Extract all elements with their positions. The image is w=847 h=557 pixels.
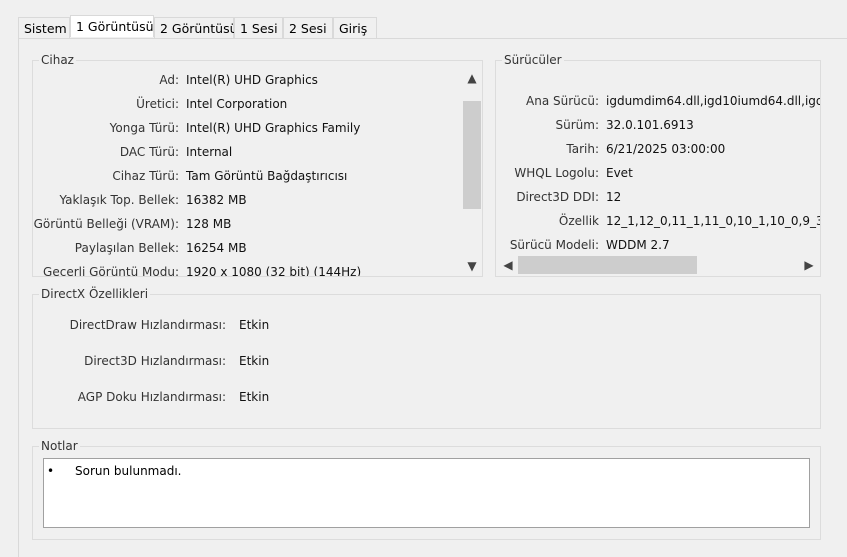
- device-row: DAC Türü: Internal: [33, 144, 463, 160]
- device-value: 128 MB: [186, 217, 232, 231]
- driver-row: Tarih: 6/21/2025 03:00:00: [496, 141, 820, 157]
- directx-value: Etkin: [239, 390, 270, 404]
- notes-group-title: Notlar: [39, 439, 80, 453]
- device-row: Görüntü Belleği (VRAM): 128 MB: [33, 216, 463, 232]
- scroll-up-icon[interactable]: ▲: [463, 70, 481, 86]
- driver-row: Sürüm: 32.0.101.6913: [496, 117, 820, 133]
- directx-row: DirectDraw Hızlandırması: Etkin: [33, 317, 433, 333]
- device-row: Yonga Türü: Intel(R) UHD Graphics Family: [33, 120, 463, 136]
- device-label: Paylaşılan Bellek:: [74, 241, 179, 255]
- device-group-title: Cihaz: [39, 53, 76, 67]
- notes-bullet: •: [47, 464, 55, 478]
- driver-row: Ana Sürücü: igdumdim64.dll,igd10iumd64.d…: [496, 93, 820, 109]
- driver-value: igdumdim64.dll,igd10iumd64.dll,igd10: [606, 94, 820, 108]
- directx-value: Etkin: [239, 354, 270, 368]
- device-group: Cihaz Ad: Intel(R) UHD Graphics Üretici:…: [32, 53, 483, 277]
- directx-value: Etkin: [239, 318, 270, 332]
- drivers-horizontal-scrollbar[interactable]: ◀ ▶: [497, 256, 819, 274]
- driver-label: Özellik: [558, 214, 599, 228]
- driver-value: 6/21/2025 03:00:00: [606, 142, 726, 156]
- drivers-group: Sürücüler Ana Sürücü: igdumdim64.dll,igd…: [495, 53, 821, 277]
- device-vertical-scrollbar[interactable]: ▲ ▼: [463, 67, 481, 276]
- tab-2-goruntusu[interactable]: 2 Görüntüsü: [154, 17, 238, 38]
- driver-label: Ana Sürücü:: [526, 94, 599, 108]
- notes-group: Notlar • Sorun bulunmadı.: [32, 439, 821, 540]
- driver-label: WHQL Logolu:: [514, 166, 599, 180]
- directx-row: Direct3D Hızlandırması: Etkin: [33, 353, 433, 369]
- driver-value: 12: [606, 190, 622, 204]
- scroll-down-icon[interactable]: ▼: [463, 258, 481, 274]
- device-row: Yaklaşık Top. Bellek: 16382 MB: [33, 192, 463, 208]
- drivers-group-title: Sürücüler: [502, 53, 564, 67]
- driver-value: WDDM 2.7: [606, 238, 670, 252]
- device-value: 1920 x 1080 (32 bit) (144Hz): [186, 265, 362, 276]
- driver-row: Özellik 12_1,12_0,11_1,11_0,10_1,10_0,9_…: [496, 213, 820, 229]
- directx-label: AGP Doku Hızlandırması:: [77, 390, 226, 404]
- device-row: Paylaşılan Bellek: 16254 MB: [33, 240, 463, 256]
- tab-sistem[interactable]: Sistem: [18, 17, 70, 38]
- driver-label: Direct3D DDI:: [516, 190, 599, 204]
- notes-text: Sorun bulunmadı.: [75, 464, 182, 478]
- device-value: Tam Görüntü Bağdaştırıcısı: [186, 169, 348, 183]
- directx-row: AGP Doku Hızlandırması: Etkin: [33, 389, 433, 405]
- notes-textbox[interactable]: • Sorun bulunmadı.: [43, 458, 810, 528]
- device-label: Üretici:: [136, 97, 179, 111]
- driver-row: Sürücü Modeli: WDDM 2.7: [496, 237, 820, 253]
- device-label: Görüntü Belleği (VRAM):: [33, 217, 179, 231]
- device-label: Yonga Türü:: [109, 121, 179, 135]
- scroll-left-icon[interactable]: ◀: [499, 257, 517, 273]
- device-row: Cihaz Türü: Tam Görüntü Bağdaştırıcısı: [33, 168, 463, 184]
- device-row: Geçerli Görüntü Modu: 1920 x 1080 (32 bi…: [33, 264, 463, 276]
- device-scroll-thumb[interactable]: [463, 101, 481, 209]
- driver-label: Tarih:: [566, 142, 599, 156]
- tab-1-goruntusu[interactable]: 1 Görüntüsü: [70, 15, 154, 37]
- device-row: Üretici: Intel Corporation: [33, 96, 463, 112]
- driver-value: Evet: [606, 166, 633, 180]
- driver-label: Sürücü Modeli:: [509, 238, 599, 252]
- drivers-list: Ana Sürücü: igdumdim64.dll,igd10iumd64.d…: [496, 67, 820, 254]
- device-value: Intel(R) UHD Graphics Family: [186, 121, 361, 135]
- device-row: Ad: Intel(R) UHD Graphics: [33, 72, 463, 88]
- device-value: 16254 MB: [186, 241, 247, 255]
- driver-value: 12_1,12_0,11_1,11_0,10_1,10_0,9_3,: [606, 214, 820, 228]
- scroll-right-icon[interactable]: ▶: [800, 257, 818, 273]
- device-label: Cihaz Türü:: [112, 169, 179, 183]
- device-label: Ad:: [159, 73, 179, 87]
- device-value: Internal: [186, 145, 233, 159]
- device-label: Geçerli Görüntü Modu:: [43, 265, 179, 276]
- device-value: Intel Corporation: [186, 97, 288, 111]
- directx-group: DirectX Özellikleri DirectDraw Hızlandır…: [32, 287, 821, 429]
- device-label: Yaklaşık Top. Bellek:: [59, 193, 179, 207]
- drivers-scroll-thumb[interactable]: [518, 256, 697, 274]
- device-value: 16382 MB: [186, 193, 247, 207]
- directx-label: DirectDraw Hızlandırması:: [69, 318, 226, 332]
- tab-1-sesi[interactable]: 1 Sesi: [234, 17, 283, 38]
- device-value: Intel(R) UHD Graphics: [186, 73, 318, 87]
- directx-group-title: DirectX Özellikleri: [39, 287, 151, 301]
- device-list: Ad: Intel(R) UHD Graphics Üretici: Intel…: [33, 67, 463, 276]
- tab-giris[interactable]: Giriş: [333, 17, 377, 38]
- driver-value: 32.0.101.6913: [606, 118, 694, 132]
- tab-2-sesi[interactable]: 2 Sesi: [283, 17, 333, 38]
- directx-label: Direct3D Hızlandırması:: [84, 354, 226, 368]
- driver-label: Sürüm:: [555, 118, 600, 132]
- device-label: DAC Türü:: [119, 145, 179, 159]
- driver-row: WHQL Logolu: Evet: [496, 165, 820, 181]
- driver-row: Direct3D DDI: 12: [496, 189, 820, 205]
